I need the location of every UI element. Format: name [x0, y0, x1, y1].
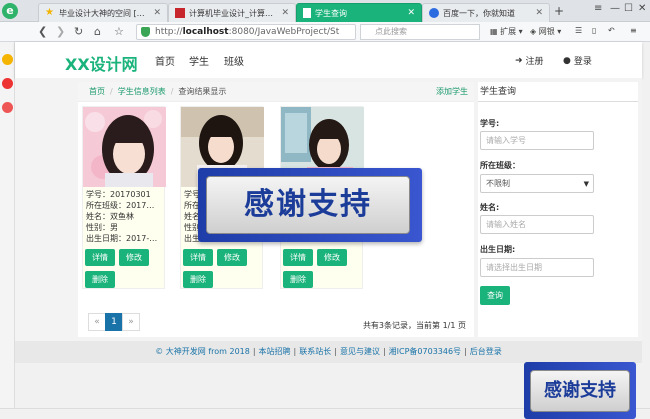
edit-button[interactable]: 修改	[317, 249, 347, 266]
class-select[interactable]: 不限制 ▼	[480, 174, 594, 193]
undo-icon[interactable]: ↶	[608, 26, 615, 35]
thanks-banner-small-text: 感谢支持	[530, 370, 630, 412]
register-link[interactable]: ➜ 注册	[515, 54, 544, 68]
student-birth: 出生日期：2017-11-02	[86, 234, 161, 243]
student-class: 所在班级：2017级计...	[86, 201, 161, 210]
breadcrumb-home[interactable]: 首页	[89, 87, 105, 96]
footer-link-recruit[interactable]: 本站招聘	[259, 347, 291, 356]
tab-graduation[interactable]: 计算机毕业设计_计算机专业毕业... ✕	[168, 3, 296, 22]
student-id: 学号：20170301	[86, 190, 151, 199]
site-favicon-icon	[175, 8, 185, 18]
footer-link-feedback[interactable]: 意见与建议	[340, 347, 380, 356]
delete-button[interactable]: 删除	[283, 271, 313, 288]
address-toolbar: ❮ ❯ ↻ ⌂ ☆ http://localhost:8080/JavaWebP…	[0, 22, 650, 42]
pagination: « 1 »	[88, 313, 140, 331]
maximize-icon[interactable]: ☐	[624, 3, 633, 14]
back-icon[interactable]: ❮	[38, 25, 47, 38]
birth-label: 出生日期:	[480, 245, 516, 254]
baidu-paw-icon	[429, 8, 439, 18]
refresh-icon[interactable]: ↻	[74, 25, 83, 38]
browser-logo-icon[interactable]: e	[2, 3, 18, 19]
footer-link-admin[interactable]: 后台登录	[470, 347, 502, 356]
login-link[interactable]: ● 登录	[563, 54, 592, 68]
chevron-down-icon: ▼	[583, 180, 589, 188]
weibo-alt-icon[interactable]	[2, 102, 13, 113]
browser-tab-strip: e ★ 毕业设计大神的空间 [http://2... ✕ 计算机毕业设计_计算机…	[0, 0, 650, 22]
footer-link-icp[interactable]: 湘ICP备0703346号	[389, 347, 461, 356]
favorites-icon[interactable]	[2, 54, 13, 65]
url-field[interactable]: http://localhost:8080/JavaWebProject/St	[136, 24, 356, 40]
prev-page-button[interactable]: «	[88, 313, 106, 331]
breadcrumb-list[interactable]: 学生信息列表	[118, 87, 166, 96]
site-footer: © 大神开发网 from 2018 | 本站招聘 | 联系站长 | 意见与建议 | 湘ICP备0…	[15, 341, 642, 363]
student-card: 学号：20170301 所在班级：2017级计... 姓名：双鱼林 性别：男 出…	[82, 106, 166, 289]
delete-button[interactable]: 删除	[85, 271, 115, 288]
thanks-banner: 感谢支持	[198, 168, 422, 242]
page-icon	[303, 8, 311, 18]
thanks-banner-small: 感谢支持	[524, 362, 636, 419]
query-button[interactable]: 查询	[480, 286, 510, 305]
site-header: XX设计网 首页 学生 班级 ➜ 注册 ● 登录	[15, 42, 642, 78]
nav-student[interactable]: 学生	[189, 53, 209, 68]
tab-student-query[interactable]: 学生查询 ✕	[296, 3, 422, 22]
class-label: 所在班级：	[480, 161, 520, 170]
student-gender: 性别：男	[86, 223, 118, 232]
page-1-button[interactable]: 1	[105, 313, 123, 331]
student-name: 姓名：双鱼林	[86, 212, 134, 221]
extensions-menu[interactable]: ▦ 扩展 ▾	[490, 26, 523, 37]
detail-button[interactable]: 详情	[283, 249, 313, 266]
close-window-icon[interactable]: ✕	[638, 3, 646, 14]
delete-button[interactable]: 删除	[183, 271, 213, 288]
browser-left-sidebar	[0, 42, 15, 419]
browser-search-input[interactable]: 点此搜索	[360, 24, 480, 40]
copyright-text: © 大神开发网 from 2018	[155, 347, 250, 356]
footer-link-contact[interactable]: 联系站长	[299, 347, 331, 356]
next-page-button[interactable]: »	[122, 313, 140, 331]
sign-in-icon: ➜	[515, 55, 523, 66]
star-icon: ★	[45, 7, 54, 18]
menu-icon[interactable]: ≡	[594, 3, 602, 14]
shield-icon	[141, 27, 150, 37]
edit-button[interactable]: 修改	[217, 249, 247, 266]
student-photo	[83, 107, 166, 187]
breadcrumb-current: 查询结果显示	[178, 87, 227, 96]
close-tab-icon[interactable]: ✕	[281, 8, 289, 18]
weibo-icon[interactable]	[2, 78, 13, 89]
bank-menu[interactable]: ◈ 网银 ▾	[530, 26, 561, 37]
student-id-label: 学号:	[480, 119, 500, 128]
more-menu-icon[interactable]: ≡	[630, 26, 637, 35]
name-label: 姓名:	[480, 203, 500, 212]
nav-home[interactable]: 首页	[155, 53, 175, 68]
nav-class[interactable]: 班级	[224, 53, 244, 68]
forward-icon[interactable]: ❯	[56, 25, 65, 38]
tab-baidu[interactable]: 百度一下，你就知道 ✕	[422, 3, 550, 22]
close-tab-icon[interactable]: ✕	[535, 8, 543, 18]
student-search-panel: 学生查询 学号: 所在班级： 不限制 ▼ 姓名: 出生日期: 查询	[478, 82, 638, 337]
new-tab-icon[interactable]: +	[554, 4, 564, 18]
add-student-link[interactable]: 添加学生	[436, 82, 468, 102]
tools-icon[interactable]: ☰	[575, 26, 582, 35]
mobile-icon[interactable]: ▯	[592, 26, 596, 35]
minimize-icon[interactable]: —	[610, 3, 620, 14]
detail-button[interactable]: 详情	[85, 249, 115, 266]
student-id-input[interactable]	[480, 131, 594, 150]
close-tab-icon[interactable]: ✕	[153, 8, 161, 18]
home-icon[interactable]: ⌂	[94, 25, 101, 38]
search-panel-title: 学生查询	[478, 82, 638, 102]
page-summary: 共有3条记录，当前第 1/1 页	[362, 321, 466, 330]
bookmark-star-icon[interactable]: ☆	[114, 25, 124, 38]
birth-date-input[interactable]	[480, 258, 594, 277]
edit-button[interactable]: 修改	[119, 249, 149, 266]
thanks-banner-text: 感谢支持	[206, 176, 410, 234]
name-input[interactable]	[480, 215, 594, 234]
site-logo[interactable]: XX设计网	[65, 51, 138, 75]
tab-blog[interactable]: ★ 毕业设计大神的空间 [http://2... ✕	[38, 3, 168, 22]
close-tab-icon[interactable]: ✕	[407, 8, 415, 18]
detail-button[interactable]: 详情	[183, 249, 213, 266]
breadcrumb: 首页 / 学生信息列表 / 查询结果显示 添加学生	[78, 82, 474, 102]
user-icon: ●	[563, 55, 571, 66]
